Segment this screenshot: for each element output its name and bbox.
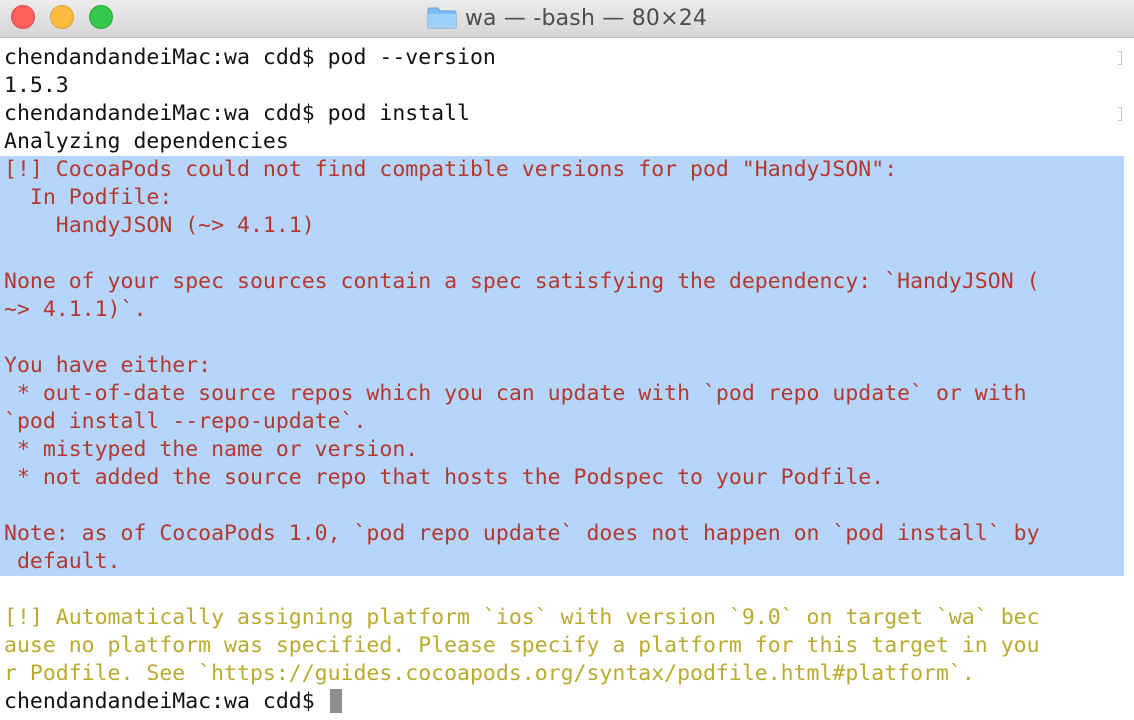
terminal-line: HandyJSON (~> 4.1.1)	[4, 212, 1128, 240]
terminal-line-text: ~> 4.1.1)`.	[4, 297, 147, 322]
terminal-line: In Podfile:	[4, 184, 1128, 212]
terminal-line: ause no platform was specified. Please s…	[4, 632, 1128, 660]
terminal-line-text: None of your spec sources contain a spec…	[4, 269, 1040, 294]
terminal-line-text: [!] CocoaPods could not find compatible …	[4, 157, 898, 182]
terminal-line: chendandandeiMac:wa cdd$	[4, 688, 1128, 716]
terminal-line-text: `pod install --repo-update`.	[4, 409, 367, 434]
terminal-line-text: In Podfile:	[4, 185, 173, 210]
terminal-line: default.	[4, 548, 1128, 576]
terminal-line: chendandandeiMac:wa cdd$ pod --version	[4, 44, 1128, 72]
terminal-line-text: default.	[4, 549, 121, 574]
terminal-line-text: HandyJSON (~> 4.1.1)	[4, 213, 315, 238]
terminal-output: chendandandeiMac:wa cdd$ pod --version 1.…	[4, 44, 1128, 716]
window-title-group: wa — -bash — 80×24	[0, 0, 1134, 36]
terminal-line: * out-of-date source repos which you can…	[4, 380, 1128, 408]
terminal-area[interactable]: chendandandeiMac:wa cdd$ pod --version 1.…	[0, 38, 1134, 720]
terminal-line: * mistyped the name or version.	[4, 436, 1128, 464]
terminal-line: Analyzing dependencies	[4, 128, 1128, 156]
terminal-line-text: chendandandeiMac:wa cdd$ pod --version	[4, 45, 496, 70]
terminal-line: ~> 4.1.1)`.	[4, 296, 1128, 324]
terminal-line-text: You have either:	[4, 353, 212, 378]
terminal-line-text: chendandandeiMac:wa cdd$ pod install	[4, 101, 470, 126]
terminal-line-text: * not added the source repo that hosts t…	[4, 465, 885, 490]
terminal-line-text: [!] Automatically assigning platform `io…	[4, 605, 1040, 630]
terminal-line: * not added the source repo that hosts t…	[4, 464, 1128, 492]
terminal-line-text: chendandandeiMac:wa cdd$	[4, 689, 328, 714]
terminal-line: r Podfile. See `https://guides.cocoapods…	[4, 660, 1128, 688]
window-title: wa — -bash — 80×24	[464, 5, 708, 31]
terminal-line-text: Analyzing dependencies	[4, 129, 289, 154]
terminal-line: `pod install --repo-update`.	[4, 408, 1128, 436]
terminal-line-text: r Podfile. See `https://guides.cocoapods…	[4, 661, 975, 686]
title-bar: wa — -bash — 80×24	[0, 0, 1134, 38]
terminal-line-text: * out-of-date source repos which you can…	[4, 381, 1027, 406]
terminal-line: chendandandeiMac:wa cdd$ pod install	[4, 100, 1128, 128]
mark-bracket-right	[1118, 107, 1122, 121]
text-cursor	[329, 689, 342, 713]
terminal-line-text: ause no platform was specified. Please s…	[4, 633, 1040, 658]
terminal-line-text: * mistyped the name or version.	[4, 437, 419, 462]
terminal-line-text: 1.5.3	[4, 73, 69, 98]
terminal-line: 1.5.3	[4, 72, 1128, 100]
terminal-line: Note: as of CocoaPods 1.0, `pod repo upd…	[4, 520, 1128, 548]
mark-bracket-right	[1118, 51, 1122, 65]
terminal-line: You have either:	[4, 352, 1128, 380]
terminal-line: [!] Automatically assigning platform `io…	[4, 604, 1128, 632]
terminal-line: [!] CocoaPods could not find compatible …	[4, 156, 1128, 184]
terminal-line: None of your spec sources contain a spec…	[4, 268, 1128, 296]
terminal-line-text: Note: as of CocoaPods 1.0, `pod repo upd…	[4, 521, 1040, 546]
folder-icon	[427, 7, 457, 29]
